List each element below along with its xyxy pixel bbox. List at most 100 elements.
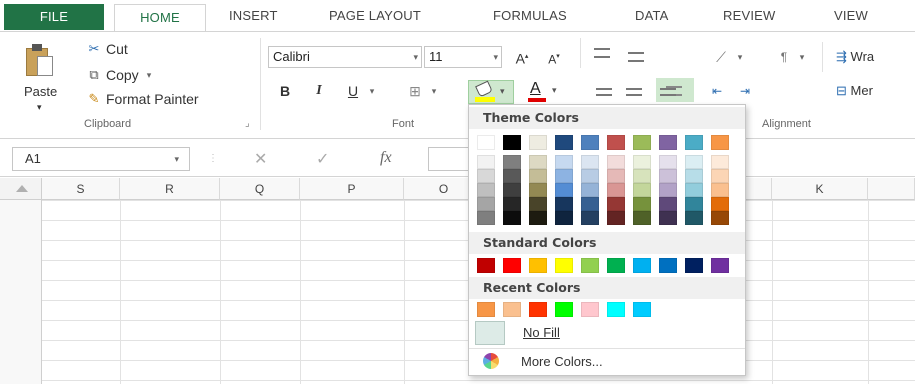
fill-color-button[interactable]: ▾ xyxy=(468,80,514,104)
color-swatch-shade[interactable] xyxy=(685,211,703,225)
color-swatch-shade[interactable] xyxy=(633,155,651,169)
font-color-button[interactable]: A ▾ xyxy=(526,80,560,104)
color-swatch-shade[interactable] xyxy=(477,169,495,183)
color-swatch-recent[interactable] xyxy=(633,302,651,317)
tab-formulas[interactable]: FORMULAS xyxy=(493,8,567,30)
column-header-k[interactable]: K xyxy=(772,178,868,200)
color-swatch-shade[interactable] xyxy=(633,183,651,197)
color-swatch-shade[interactable] xyxy=(607,155,625,169)
color-swatch-shade[interactable] xyxy=(633,169,651,183)
color-swatch-shade[interactable] xyxy=(477,183,495,197)
color-swatch-shade[interactable] xyxy=(477,197,495,211)
increase-font-button[interactable]: A▴ xyxy=(512,46,532,68)
increase-indent-icon[interactable]: ⇥ xyxy=(734,80,756,102)
color-swatch-shade[interactable] xyxy=(685,183,703,197)
color-swatch-shade[interactable] xyxy=(581,169,599,183)
color-swatch-shade[interactable] xyxy=(659,183,677,197)
color-swatch-shade[interactable] xyxy=(529,197,547,211)
drag-handle-icon[interactable]: ⋮ xyxy=(208,153,218,164)
italic-button[interactable]: I xyxy=(310,80,328,102)
color-swatch-shade[interactable] xyxy=(607,211,625,225)
borders-icon[interactable]: ⊞ xyxy=(404,80,426,102)
color-swatch-recent[interactable] xyxy=(555,302,573,317)
color-swatch-standard[interactable] xyxy=(581,258,599,273)
color-swatch-theme[interactable] xyxy=(529,135,547,150)
format-painter-button[interactable]: ✎ Format Painter xyxy=(86,88,199,110)
color-swatch-theme[interactable] xyxy=(659,135,677,150)
column-header-s[interactable]: S xyxy=(42,178,120,200)
color-swatch-theme[interactable] xyxy=(685,135,703,150)
color-swatch-shade[interactable] xyxy=(581,183,599,197)
color-swatch-shade[interactable] xyxy=(555,197,573,211)
color-swatch-theme[interactable] xyxy=(503,135,521,150)
cancel-icon[interactable]: ✕ xyxy=(254,149,267,169)
align-center-icon[interactable] xyxy=(626,88,642,96)
tab-file[interactable]: FILE xyxy=(4,4,104,30)
color-swatch-theme[interactable] xyxy=(607,135,625,150)
color-swatch-shade[interactable] xyxy=(581,155,599,169)
color-swatch-shade[interactable] xyxy=(555,155,573,169)
tab-view[interactable]: VIEW xyxy=(834,8,868,30)
top-align-icon[interactable] xyxy=(594,48,610,58)
name-box[interactable]: A1 ▾ xyxy=(12,147,190,171)
color-swatch-shade[interactable] xyxy=(477,211,495,225)
color-swatch-recent[interactable] xyxy=(529,302,547,317)
color-swatch-standard[interactable] xyxy=(477,258,495,273)
color-swatch-standard[interactable] xyxy=(555,258,573,273)
wrap-text-button[interactable]: ⇶ Wra xyxy=(836,46,915,68)
insert-function-icon[interactable]: fx xyxy=(380,149,392,167)
align-right-icon[interactable] xyxy=(660,88,676,96)
color-swatch-shade[interactable] xyxy=(659,155,677,169)
color-swatch-recent[interactable] xyxy=(581,302,599,317)
cut-button[interactable]: ✂ Cut xyxy=(86,38,128,60)
color-swatch-shade[interactable] xyxy=(529,183,547,197)
color-swatch-shade[interactable] xyxy=(607,183,625,197)
color-swatch-shade[interactable] xyxy=(711,211,729,225)
no-fill-option[interactable]: No Fill xyxy=(475,321,739,345)
middle-align-icon[interactable] xyxy=(628,52,644,62)
font-size-combo[interactable]: 11 ▾ xyxy=(424,46,502,68)
color-swatch-shade[interactable] xyxy=(711,183,729,197)
chevron-down-icon[interactable]: ▾ xyxy=(428,80,440,102)
color-swatch-shade[interactable] xyxy=(529,155,547,169)
color-swatch-standard[interactable] xyxy=(529,258,547,273)
color-swatch-standard[interactable] xyxy=(607,258,625,273)
color-swatch-shade[interactable] xyxy=(711,197,729,211)
more-colors-option[interactable]: More Colors... xyxy=(475,351,739,373)
color-swatch-shade[interactable] xyxy=(659,169,677,183)
color-swatch-shade[interactable] xyxy=(581,211,599,225)
column-header-r[interactable]: R xyxy=(120,178,220,200)
color-swatch-recent[interactable] xyxy=(477,302,495,317)
color-swatch-shade[interactable] xyxy=(659,211,677,225)
chevron-down-icon[interactable]: ▾ xyxy=(796,46,808,68)
tab-home[interactable]: HOME xyxy=(114,4,206,32)
color-swatch-shade[interactable] xyxy=(685,169,703,183)
tab-page-layout[interactable]: PAGE LAYOUT xyxy=(329,8,421,30)
paragraph-direction-icon[interactable]: ¶ xyxy=(774,46,794,68)
bold-button[interactable]: B xyxy=(276,80,294,102)
tab-data[interactable]: DATA xyxy=(635,8,669,30)
color-swatch-shade[interactable] xyxy=(529,169,547,183)
color-swatch-recent[interactable] xyxy=(607,302,625,317)
color-swatch-shade[interactable] xyxy=(607,197,625,211)
color-swatch-shade[interactable] xyxy=(555,183,573,197)
color-swatch-shade[interactable] xyxy=(503,183,521,197)
tab-insert[interactable]: INSERT xyxy=(229,8,278,30)
color-swatch-shade[interactable] xyxy=(555,169,573,183)
color-swatch-theme[interactable] xyxy=(477,135,495,150)
dialog-launcher-icon[interactable]: ⌟ xyxy=(245,118,250,129)
color-swatch-shade[interactable] xyxy=(607,169,625,183)
column-header-q[interactable]: Q xyxy=(220,178,300,200)
color-swatch-shade[interactable] xyxy=(503,169,521,183)
color-swatch-shade[interactable] xyxy=(711,155,729,169)
enter-icon[interactable]: ✓ xyxy=(316,149,329,169)
decrease-font-button[interactable]: A▾ xyxy=(544,46,564,68)
color-swatch-standard[interactable] xyxy=(685,258,703,273)
column-header-next[interactable] xyxy=(868,178,915,200)
color-swatch-standard[interactable] xyxy=(503,258,521,273)
copy-button[interactable]: ⧉ Copy ▾ xyxy=(86,64,151,86)
column-header-p[interactable]: P xyxy=(300,178,404,200)
color-swatch-shade[interactable] xyxy=(477,155,495,169)
color-swatch-theme[interactable] xyxy=(555,135,573,150)
color-swatch-theme[interactable] xyxy=(581,135,599,150)
